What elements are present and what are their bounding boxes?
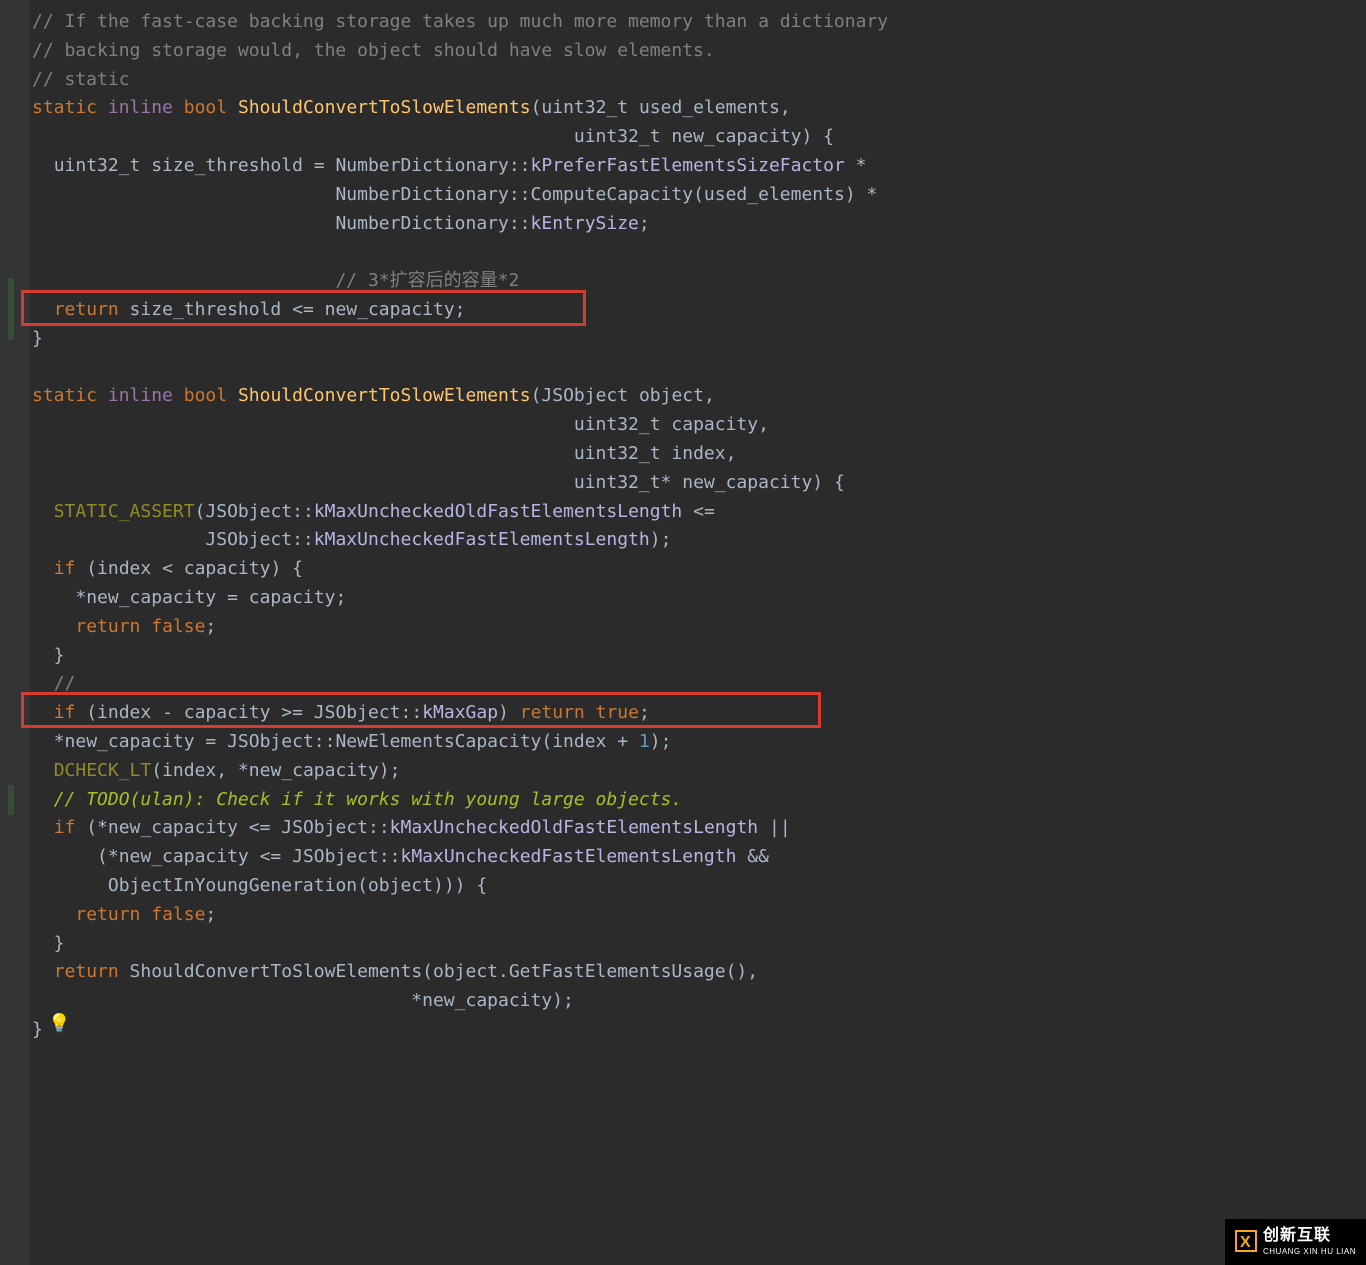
member: kMaxGap xyxy=(422,702,498,723)
macro: DCHECK_LT xyxy=(54,760,152,781)
param-type: uint32_t xyxy=(574,414,661,435)
member: kPreferFastElementsSizeFactor xyxy=(531,155,845,176)
macro: STATIC_ASSERT xyxy=(54,501,195,522)
macro-args: (index, *new_capacity); xyxy=(151,760,400,781)
class-ref: JSObject xyxy=(314,702,401,723)
keyword-return: return xyxy=(75,616,140,637)
class-ref: JSObject xyxy=(205,529,292,550)
variable-decl: uint32_t size_threshold = xyxy=(54,155,336,176)
member: kMaxUncheckedOldFastElementsLength xyxy=(390,817,758,838)
function-name: ShouldConvertToSlowElements xyxy=(238,97,531,118)
comment: // backing storage would, the object sho… xyxy=(32,40,715,61)
comment: // 3*扩容后的容量*2 xyxy=(335,270,519,291)
keyword-inline: inline xyxy=(108,385,173,406)
class-ref: NumberDictionary xyxy=(335,184,508,205)
keyword-bool: bool xyxy=(184,385,227,406)
member: kMaxUncheckedFastElementsLength xyxy=(314,529,650,550)
function-name: ShouldConvertToSlowElements xyxy=(238,385,531,406)
param-type: uint32_t* xyxy=(574,472,672,493)
condition: ObjectInYoungGeneration(object))) { xyxy=(54,875,487,896)
keyword-static: static xyxy=(32,97,97,118)
keyword-if: if xyxy=(54,702,76,723)
todo-comment: // TODO(ulan): Check if it works with yo… xyxy=(54,789,683,810)
watermark-text-en: CHUANG XIN HU LIAN xyxy=(1263,1246,1356,1259)
class-ref: NumberDictionary xyxy=(335,213,508,234)
keyword-false: false xyxy=(151,904,205,925)
comment: // static xyxy=(32,69,130,90)
param-name: new_capacity xyxy=(671,126,801,147)
assignment: *new_capacity = capacity; xyxy=(54,587,347,608)
number-literal: 1 xyxy=(639,731,650,752)
keyword-return: return xyxy=(54,299,119,320)
condition: (*new_capacity <= xyxy=(54,846,292,867)
keyword-return: return xyxy=(520,702,585,723)
return-expr: size_threshold <= new_capacity; xyxy=(119,299,466,320)
lightbulb-icon[interactable]: 💡 xyxy=(48,1010,70,1039)
method: ComputeCapacity xyxy=(531,184,694,205)
param-type: uint32_t xyxy=(574,126,661,147)
class-ref: JSObject xyxy=(281,817,368,838)
operator: || xyxy=(758,817,791,838)
watermark-logo-icon xyxy=(1235,1230,1257,1252)
param-type: uint32_t xyxy=(541,97,628,118)
param-name: capacity xyxy=(671,414,758,435)
keyword-false: false xyxy=(151,616,205,637)
keyword-bool: bool xyxy=(184,97,227,118)
member: kMaxUncheckedOldFastElementsLength xyxy=(314,501,682,522)
comment: // If the fast-case backing storage take… xyxy=(32,11,888,32)
keyword-return: return xyxy=(54,961,119,982)
class-ref: JSObject xyxy=(227,731,314,752)
operator: && xyxy=(736,846,769,867)
param-name: object xyxy=(639,385,704,406)
watermark-text-cn: 创新互联 xyxy=(1263,1227,1331,1244)
return-expr: ShouldConvertToSlowElements(object.GetFa… xyxy=(119,961,758,982)
method: NewElementsCapacity xyxy=(335,731,541,752)
assignment: *new_capacity = xyxy=(54,731,227,752)
class-ref: NumberDictionary xyxy=(335,155,508,176)
comment: // xyxy=(54,673,76,694)
member: kEntrySize xyxy=(531,213,639,234)
arg: used_elements xyxy=(704,184,845,205)
class-ref: JSObject xyxy=(292,846,379,867)
keyword-true: true xyxy=(596,702,639,723)
keyword-static: static xyxy=(32,385,97,406)
watermark: 创新互联 CHUANG XIN HU LIAN xyxy=(1225,1219,1366,1265)
param-name: index xyxy=(671,443,725,464)
keyword-inline: inline xyxy=(108,97,173,118)
code-editor[interactable]: // If the fast-case backing storage take… xyxy=(0,0,1366,1053)
condition: (index < capacity) { xyxy=(75,558,303,579)
keyword-return: return xyxy=(75,904,140,925)
class-ref: JSObject xyxy=(205,501,292,522)
param-type: uint32_t xyxy=(574,443,661,464)
member: kMaxUncheckedFastElementsLength xyxy=(401,846,737,867)
condition: (*new_capacity <= xyxy=(75,817,281,838)
return-expr-cont: *new_capacity); xyxy=(32,990,574,1011)
param-name: used_elements xyxy=(639,97,780,118)
arg: index + xyxy=(552,731,639,752)
keyword-if: if xyxy=(54,817,76,838)
param-type: JSObject xyxy=(541,385,628,406)
keyword-if: if xyxy=(54,558,76,579)
param-name: new_capacity xyxy=(682,472,812,493)
condition: (index - capacity >= xyxy=(75,702,313,723)
